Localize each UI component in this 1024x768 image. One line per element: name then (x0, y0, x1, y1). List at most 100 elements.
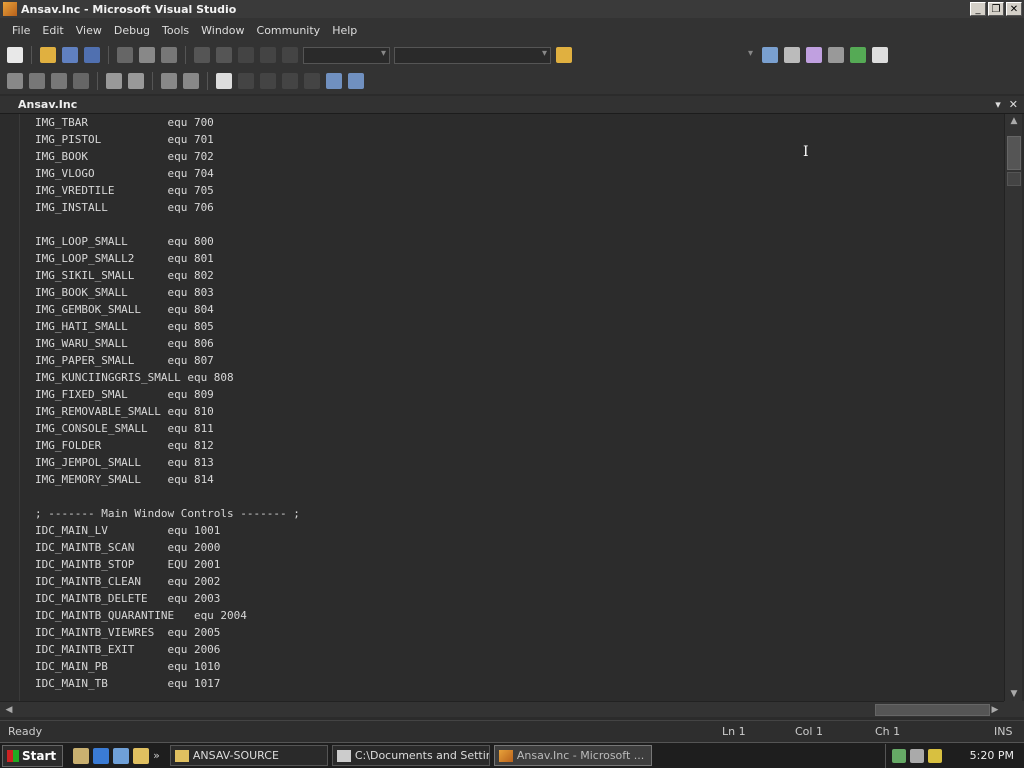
scroll-down-icon[interactable]: ▼ (1005, 687, 1023, 701)
parameter-info-icon[interactable] (29, 73, 45, 89)
next-document-icon[interactable] (348, 73, 364, 89)
prev-bookmark-folder-icon[interactable] (282, 73, 298, 89)
scroll-right-icon[interactable]: ▶ (988, 702, 1002, 718)
increase-indent-icon[interactable] (128, 73, 144, 89)
taskbar-button-ansav-source[interactable]: ANSAV-SOURCE (169, 745, 328, 766)
toolbar-separator (185, 46, 186, 64)
status-column: Col 1 (795, 725, 823, 738)
close-button[interactable]: ✕ (1006, 2, 1022, 16)
toggle-bookmark-icon[interactable] (216, 73, 232, 89)
code-line: IDC_MAINTB_CLEAN equ 2002 (35, 575, 221, 588)
code-line: IMG_HATI_SMALL equ 805 (35, 320, 214, 333)
find-in-files-icon[interactable] (556, 47, 572, 63)
new-project-icon[interactable] (7, 47, 23, 63)
properties-icon[interactable] (784, 47, 800, 63)
windows-explorer-icon[interactable] (133, 747, 150, 764)
save-icon[interactable] (62, 47, 78, 63)
code-line: IMG_INSTALL equ 706 (35, 201, 214, 214)
complete-word-icon[interactable] (73, 73, 89, 89)
taskbar-button-documents[interactable]: C:\Documents and Settin... (331, 745, 490, 766)
outlook-express-icon[interactable] (113, 747, 130, 764)
paste-icon[interactable] (161, 47, 177, 63)
code-line: IMG_PISTOL equ 701 (35, 133, 214, 146)
start-debug-icon[interactable] (282, 47, 298, 63)
previous-bookmark-icon[interactable] (238, 73, 254, 89)
horizontal-scroll-thumb[interactable] (875, 704, 990, 716)
start-label: Start (22, 748, 57, 763)
navigate-back-icon[interactable] (238, 47, 254, 63)
menu-window[interactable]: Window (195, 24, 250, 37)
menu-edit[interactable]: Edit (36, 24, 69, 37)
internet-explorer-icon[interactable] (93, 747, 110, 764)
active-files-dropdown-icon[interactable]: ▾ (995, 98, 1001, 111)
start-page-icon[interactable] (850, 47, 866, 63)
solution-explorer-icon[interactable] (762, 47, 778, 63)
menu-debug[interactable]: Debug (108, 24, 156, 37)
menu-tools[interactable]: Tools (156, 24, 195, 37)
code-line: IDC_MAINTB_STOP EQU 2001 (35, 558, 221, 571)
next-bookmark-icon[interactable] (260, 73, 276, 89)
previous-document-icon[interactable] (326, 73, 342, 89)
tab-ansav-inc[interactable]: Ansav.Inc (18, 98, 77, 111)
start-button[interactable]: Start (2, 744, 64, 767)
antivirus-icon[interactable] (909, 748, 924, 763)
code-line: IMG_SIKIL_SMALL equ 802 (35, 269, 214, 282)
save-all-icon[interactable] (84, 47, 100, 63)
menu-file[interactable]: File (6, 24, 36, 37)
display-object-member-list-icon[interactable] (7, 73, 23, 89)
close-document-icon[interactable]: ✕ (1009, 98, 1018, 111)
open-file-icon[interactable] (40, 47, 56, 63)
status-ready: Ready (8, 725, 43, 738)
copy-icon[interactable] (139, 47, 155, 63)
title-bar: Ansav.Inc - Microsoft Visual Studio _ ❐ … (0, 0, 1024, 18)
platform-combo[interactable] (394, 46, 551, 64)
code-line: IMG_JEMPOL_SMALL equ 813 (35, 456, 214, 469)
volume-icon[interactable] (927, 748, 942, 763)
show-desktop-icon[interactable] (73, 747, 90, 764)
menu-view[interactable]: View (70, 24, 108, 37)
clear-bookmarks-icon[interactable] (304, 73, 320, 89)
clock[interactable]: 5:20 PM (970, 749, 1014, 762)
taskbar-button-label: ANSAV-SOURCE (192, 749, 279, 762)
code-editor[interactable]: IMG_TBAR equ 700 IMG_PISTOL equ 701 IMG_BO… (0, 114, 1004, 701)
vertical-scroll-thumb[interactable] (1007, 136, 1021, 170)
navigate-forward-icon[interactable] (260, 47, 276, 63)
object-browser-icon[interactable] (806, 47, 822, 63)
scroll-up-icon[interactable]: ▲ (1005, 114, 1023, 128)
menu-community[interactable]: Community (251, 24, 327, 37)
code-line: IDC_MAINTB_EXIT equ 2006 (35, 643, 221, 656)
status-line: Ln 1 (722, 725, 746, 738)
comment-lines-icon[interactable] (161, 73, 177, 89)
configuration-combo[interactable] (303, 46, 390, 64)
text-cursor-icon: I (803, 144, 809, 160)
quick-info-icon[interactable] (51, 73, 67, 89)
cut-icon[interactable] (117, 47, 133, 63)
command-prompt-icon (336, 749, 351, 762)
scroll-corner (1004, 701, 1024, 717)
code-line: IMG_FIXED_SMAL equ 809 (35, 388, 214, 401)
redo-icon[interactable] (216, 47, 232, 63)
scroll-left-icon[interactable]: ◀ (2, 702, 16, 718)
status-insert-mode: INS (994, 725, 1013, 738)
code-line: IMG_TBAR equ 700 (35, 116, 214, 129)
find-combo[interactable] (577, 46, 757, 64)
visual-studio-icon (3, 2, 17, 16)
horizontal-scrollbar[interactable]: ◀ ▶ (0, 701, 1004, 717)
toolbox-icon[interactable] (828, 47, 844, 63)
code-line: IDC_MAINTB_DELETE equ 2003 (35, 592, 221, 605)
decrease-indent-icon[interactable] (106, 73, 122, 89)
network-icon[interactable] (891, 748, 906, 763)
more-chevron-icon[interactable]: » (153, 749, 160, 762)
taskbar-button-visual-studio[interactable]: Ansav.Inc - Microsoft ... (493, 745, 652, 766)
uncomment-lines-icon[interactable] (183, 73, 199, 89)
minimize-button[interactable]: _ (970, 2, 986, 16)
restore-button[interactable]: ❐ (988, 2, 1004, 16)
quick-launch: » (73, 747, 160, 764)
vertical-scroll-marker (1007, 172, 1021, 186)
vertical-scrollbar[interactable]: ▲ ▼ (1004, 114, 1022, 701)
command-window-icon[interactable] (872, 47, 888, 63)
menu-help[interactable]: Help (326, 24, 363, 37)
undo-icon[interactable] (194, 47, 210, 63)
